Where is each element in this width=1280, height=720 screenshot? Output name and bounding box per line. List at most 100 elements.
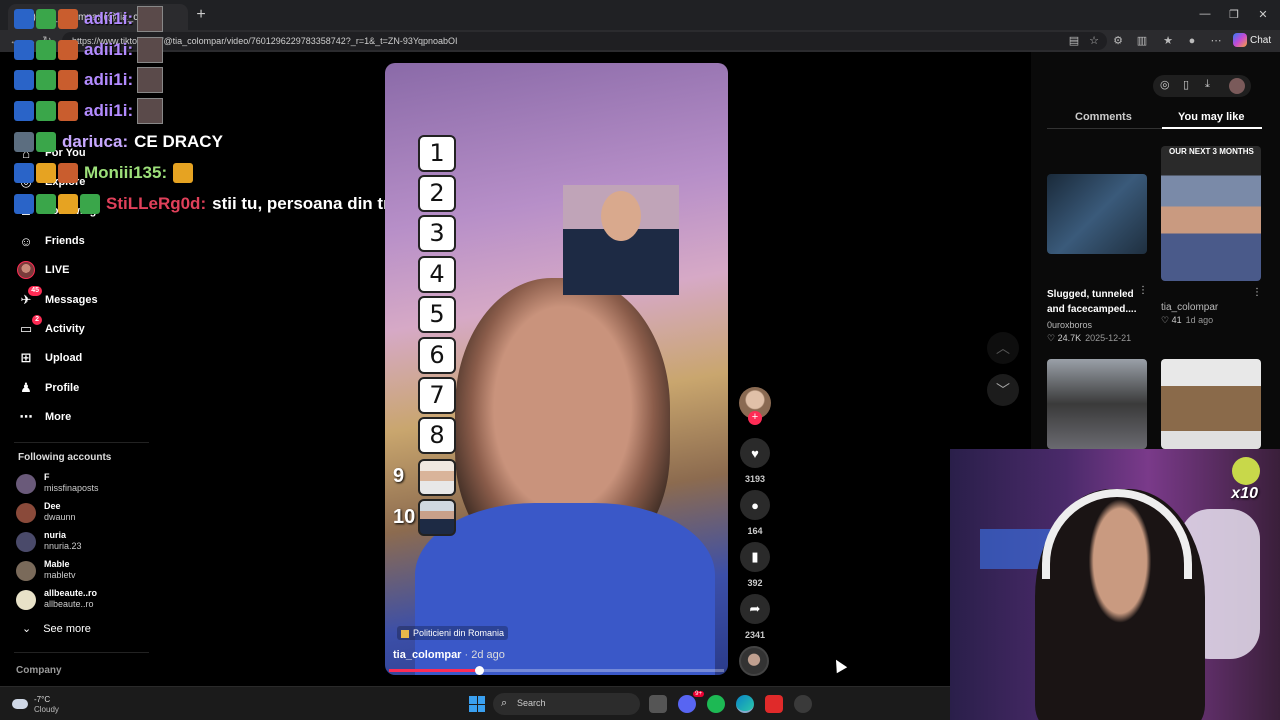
star-icon[interactable]: ☆ [1086,33,1102,49]
download-icon[interactable]: ⤓ [1205,78,1210,91]
edge-icon[interactable] [736,695,754,713]
more-icon: ⋯ [19,409,33,424]
scroll-up-icon[interactable]: ︿ [987,332,1019,364]
like-button[interactable]: ♥ 3193 [739,438,771,484]
windows-start-icon[interactable] [469,696,485,712]
badge-icon [14,40,34,60]
app-icon[interactable] [765,695,783,713]
sidebar-item-live[interactable]: LIVE [16,258,69,282]
url-field[interactable]: https://www.tiktok.com/@tia_colompar/vid… [62,32,1107,50]
share-button[interactable]: ➦ 2341 [739,594,771,640]
steam-icon[interactable] [794,695,812,713]
favorites-icon[interactable]: ★ [1160,33,1176,49]
taskbar-search[interactable]: ⌕ Search [493,693,640,715]
card-author[interactable]: tia_colompar [1161,302,1218,313]
friends-icon: ☺ [19,233,33,249]
sidebar-icon[interactable]: ▥ [1134,33,1150,49]
account-item[interactable]: Mable mabletv [16,559,156,585]
video-thumbnail[interactable] [1047,359,1147,449]
video-author[interactable]: tia_colompar · 2d ago [393,649,505,661]
upload-icon: ⊞ [20,350,32,365]
user-avatar[interactable] [1229,78,1245,94]
card-author[interactable]: 0uroxboros [1047,320,1092,330]
account-item[interactable]: Dee dwaunn [16,501,156,527]
tab-you-may-like[interactable]: You may like [1178,111,1244,123]
maximize-icon[interactable]: ❐ [1224,8,1244,21]
temperature: -7°C [34,695,51,704]
comment-button[interactable]: ● 164 [739,490,771,536]
more-options-icon[interactable]: ⋮ [1252,287,1262,298]
card-stats: ♡ 24.7K 2025-12-21 [1047,333,1132,343]
video-player[interactable]: 1 2 3 4 5 6 7 8 9 10 Politicieni din Rom… [385,63,728,675]
player-tools: ◎ ▯ ⤓ [1153,75,1251,97]
compass-icon[interactable]: ◎ [1160,78,1170,91]
new-tab-icon[interactable]: + [192,6,210,24]
spotify-icon[interactable] [707,695,725,713]
badge-icon [14,70,34,90]
chat-line: adii1i: [14,98,164,124]
video-tag[interactable]: Politicieni din Romania [397,626,509,640]
badge-icon [14,101,34,121]
sidebar-item-activity[interactable]: ▭ 2 Activity [16,315,85,341]
menu-dots-icon[interactable]: ⋯ [1208,33,1224,49]
more-options-icon[interactable]: ⋮ [1138,285,1148,296]
video-progress-bar[interactable] [389,666,724,675]
emote-icon [1232,457,1260,485]
video-thumbnail[interactable] [1161,359,1261,449]
scroll-down-icon[interactable]: ﹀ [987,374,1019,406]
badge-icon [36,132,56,152]
music-disc-avatar[interactable] [739,646,769,676]
video-tag-label: Politicieni din Romania [413,628,505,638]
account-name: nuria [44,530,67,540]
chat-line: Moniii135: [14,160,195,186]
card-likes: 41 [1171,315,1182,325]
card-title[interactable]: Slugged, tunneled and facecamped.... [1047,287,1142,317]
account-name: F [44,472,50,482]
minimize-icon[interactable]: — [1195,8,1215,20]
account-item[interactable]: nuria nnuria.23 [16,530,156,556]
mouse-cursor-icon [830,656,848,674]
avatar [16,532,36,552]
chat-username: dariuca: [62,132,129,151]
account-item[interactable]: Fmissfinaposts [16,472,156,498]
browser-titlebar: (47) Tia_Colompar (@tia_c... + — ❐ ✕ [0,0,1280,30]
account-name: Dee [44,501,61,511]
account-item[interactable]: allbeaute..ro allbeaute..ro [16,588,156,614]
see-more-button[interactable]: ⌄ See more [22,622,91,635]
weather-widget[interactable]: -7°C Cloudy [12,695,72,715]
bookmark-icon: ▮ [740,542,770,572]
search-placeholder: Search [517,698,546,708]
copilot-button[interactable]: Chat [1233,32,1279,50]
company-link[interactable]: Company [16,665,62,676]
rank-label: 10 [393,506,416,528]
share-icon: ➦ [740,594,770,624]
discord-icon[interactable]: 9+ [678,691,704,713]
profile-avatar-icon[interactable]: ● [1184,33,1200,49]
account-handle: missfinaposts [44,483,99,493]
video-thumbnail[interactable] [1047,174,1147,254]
sidebar-item-messages[interactable]: ✈ 45 Messages [16,286,98,312]
video-thumbnail[interactable] [1161,146,1261,281]
sidebar-item-friends[interactable]: ☺ Friends [16,229,84,253]
like-count: 3193 [744,474,766,484]
chat-line: StiLLeRg0d: stii tu, persoana din trecut [14,191,425,217]
sidebar-item-profile[interactable]: ♟ Profile [16,376,79,400]
avatar [16,474,36,494]
split-screen-icon[interactable]: ▤ [1066,33,1082,49]
extensions-icon[interactable]: ⚙ [1110,33,1126,49]
chat-username: adii1i: [84,70,134,89]
follow-plus-icon[interactable]: + [748,411,762,425]
sidebar-item-upload[interactable]: ⊞ Upload [16,346,83,370]
sidebar-item-more[interactable]: ⋯ More [16,405,72,429]
badge-icon [58,194,78,214]
task-view-icon[interactable] [649,695,667,713]
cloud-icon [12,699,28,709]
account-handle: allbeaute..ro [44,599,94,609]
tab-comments[interactable]: Comments [1075,111,1132,123]
device-icon[interactable]: ▯ [1183,78,1189,91]
save-button[interactable]: ▮ 392 [739,542,771,588]
close-icon[interactable]: ✕ [1253,8,1273,21]
profile-icon: ♟ [20,380,32,395]
rank-photo [418,499,456,536]
emote-icon [137,6,164,32]
